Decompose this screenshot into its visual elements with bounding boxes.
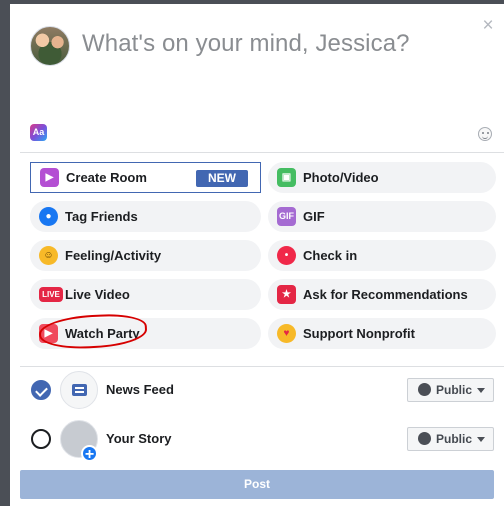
check-in-label: Check in	[303, 248, 358, 263]
composer-divider	[20, 152, 504, 153]
live-video-icon: LIVE	[39, 287, 63, 302]
emoji-icon[interactable]	[478, 127, 492, 141]
ask-recommendations-option[interactable]: ★ Ask for Recommendations	[268, 279, 496, 310]
photo-video-icon: ▣	[277, 168, 296, 187]
create-room-option[interactable]: ▶ Create Room NEW	[30, 162, 261, 193]
photo-video-label: Photo/Video	[303, 170, 379, 185]
video-room-icon: ▶	[40, 168, 59, 187]
nonprofit-heart-icon: ♥	[277, 324, 296, 343]
your-story-label: Your Story	[106, 431, 172, 446]
user-avatar	[30, 26, 70, 66]
your-story-privacy-label: Public	[436, 432, 473, 446]
post-button[interactable]: Post	[20, 470, 494, 499]
check-in-option[interactable]: • Check in	[268, 240, 496, 271]
tag-friends-icon: ●	[39, 207, 58, 226]
feeling-activity-option[interactable]: ☺ Feeling/Activity	[30, 240, 261, 271]
post-prompt-input[interactable]: What's on your mind, Jessica?	[82, 30, 410, 58]
create-post-dialog: What's on your mind, Jessica? × Aa ▶ Cre…	[10, 4, 504, 506]
photo-video-option[interactable]: ▣ Photo/Video	[268, 162, 496, 193]
create-room-label: Create Room	[66, 170, 147, 185]
ask-recommendations-label: Ask for Recommendations	[303, 287, 468, 302]
globe-icon	[418, 383, 431, 396]
recommendation-icon: ★	[277, 285, 296, 304]
caret-down-icon	[477, 388, 485, 393]
gif-label: GIF	[303, 209, 325, 224]
tag-friends-option[interactable]: ● Tag Friends	[30, 201, 261, 232]
gif-icon: GIF	[277, 207, 296, 226]
news-feed-label: News Feed	[106, 382, 174, 397]
live-video-option[interactable]: LIVE Live Video	[30, 279, 261, 310]
share-divider	[20, 366, 504, 367]
location-pin-icon: •	[277, 246, 296, 265]
caret-down-icon	[477, 437, 485, 442]
support-nonprofit-option[interactable]: ♥ Support Nonprofit	[268, 318, 496, 349]
add-story-icon[interactable]: +	[81, 445, 98, 463]
feeling-icon: ☺	[39, 246, 58, 265]
your-story-row[interactable]: + Your Story Public	[10, 417, 504, 463]
globe-icon	[418, 432, 431, 445]
news-feed-row[interactable]: News Feed Public	[10, 368, 504, 412]
live-video-label: Live Video	[65, 287, 130, 302]
your-story-privacy-dropdown[interactable]: Public	[407, 427, 494, 451]
news-feed-icon	[60, 371, 98, 409]
feeling-activity-label: Feeling/Activity	[65, 248, 162, 263]
new-badge: NEW	[196, 170, 248, 187]
your-story-radio[interactable]	[31, 429, 51, 449]
text-format-icon[interactable]: Aa	[30, 124, 47, 141]
news-feed-privacy-dropdown[interactable]: Public	[407, 378, 494, 402]
news-feed-selected-checkbox[interactable]	[31, 380, 51, 400]
news-feed-privacy-label: Public	[436, 383, 473, 397]
post-composer[interactable]: What's on your mind, Jessica? × Aa	[10, 4, 504, 152]
tag-friends-label: Tag Friends	[65, 209, 138, 224]
gif-option[interactable]: GIF GIF	[268, 201, 496, 232]
close-icon[interactable]: ×	[480, 16, 496, 35]
support-nonprofit-label: Support Nonprofit	[303, 326, 415, 341]
